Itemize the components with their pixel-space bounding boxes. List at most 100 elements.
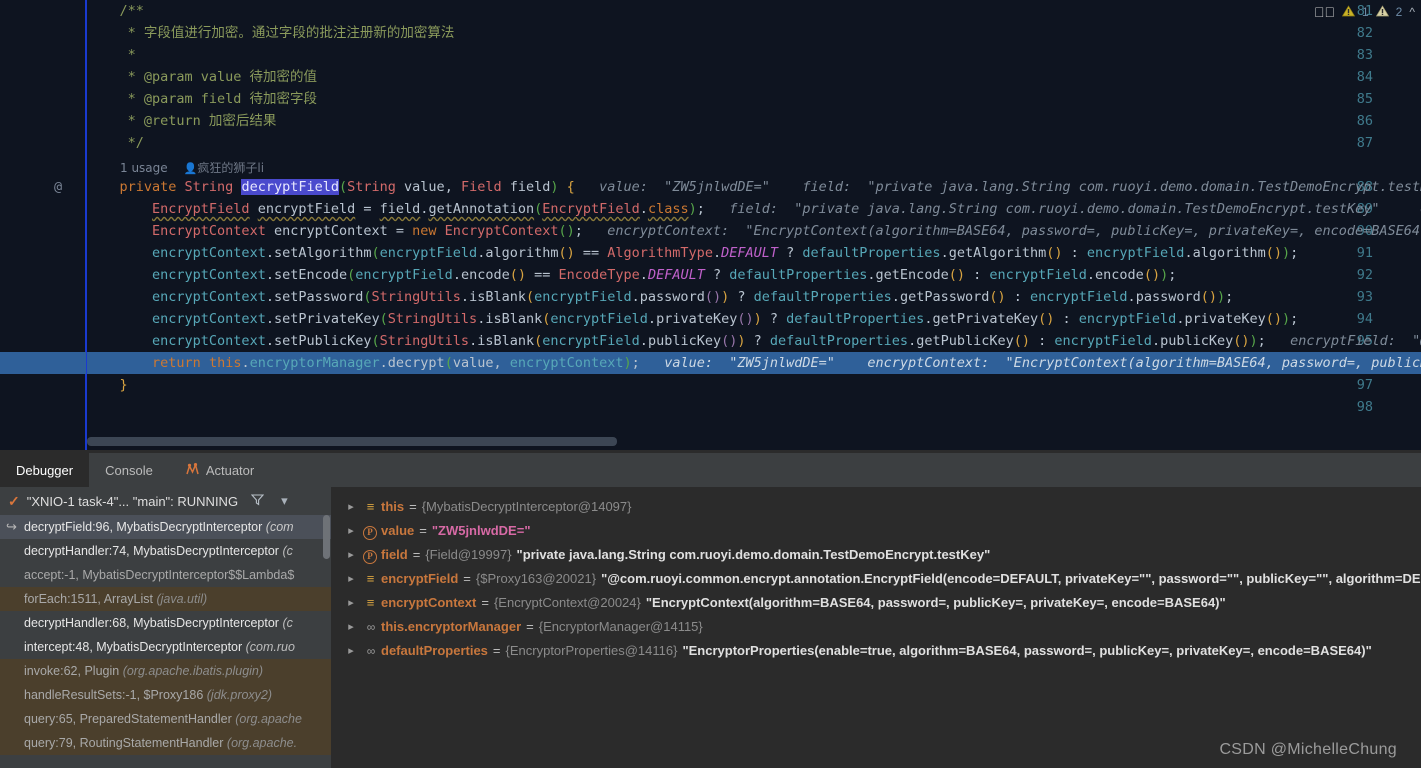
code-editor[interactable]: 81 82 83 84 85 86 87 88 89 90 91 92 93 9… bbox=[0, 0, 1421, 453]
frames-vertical-scrollbar-thumb[interactable] bbox=[323, 515, 330, 559]
frames-toolbar[interactable]: ✓ "XNIO-1 task-4"... "main": RUNNING ▾ bbox=[0, 487, 331, 515]
tab-debugger[interactable]: Debugger bbox=[0, 453, 90, 487]
frame-package: (java.util) bbox=[156, 592, 208, 606]
variables-pane[interactable]: ▸ ≡ this = {MybatisDecryptInterceptor@14… bbox=[335, 487, 1421, 768]
current-line-gutter-highlight bbox=[0, 352, 86, 374]
editor-horizontal-scrollbar[interactable] bbox=[87, 437, 1421, 446]
thread-selector[interactable]: "XNIO-1 task-4"... "main": RUNNING bbox=[27, 494, 238, 509]
code-line-91[interactable]: encryptContext.setAlgorithm(encryptField… bbox=[87, 242, 1298, 264]
frame-package: (com.ruo bbox=[245, 640, 295, 654]
code-line-81[interactable]: /** bbox=[87, 0, 144, 22]
variable-row[interactable]: ▸ ≡ encryptContext = {EncryptContext@200… bbox=[335, 591, 1421, 615]
chevron-right-icon[interactable]: ▸ bbox=[343, 519, 359, 543]
code-line-90[interactable]: EncryptContext encryptContext = new Encr… bbox=[87, 220, 1421, 242]
tab-console[interactable]: Console bbox=[89, 453, 169, 487]
frame-row[interactable]: handleResultSets:-1, $Proxy186 (jdk.prox… bbox=[0, 683, 331, 707]
editor-horizontal-scrollbar-thumb[interactable] bbox=[87, 437, 617, 446]
frame-label: query:65, PreparedStatementHandler bbox=[24, 712, 236, 726]
call-stack-frames-list[interactable]: ↪ decryptField:96, MybatisDecryptInterce… bbox=[0, 515, 331, 768]
frame-package: (org.apache. bbox=[226, 736, 298, 750]
frame-package: (org.apache.ibatis.plugin) bbox=[122, 664, 264, 678]
frame-row[interactable]: decryptHandler:74, MybatisDecryptInterce… bbox=[0, 539, 331, 563]
frame-row[interactable]: invoke:62, Plugin (org.apache.ibatis.plu… bbox=[0, 659, 331, 683]
chevron-right-icon[interactable]: ▸ bbox=[343, 567, 359, 591]
equals-sign: = bbox=[412, 547, 421, 562]
variable-row[interactable]: ▸ P field = {Field@19997} "private java.… bbox=[335, 543, 1421, 567]
chevron-right-icon[interactable]: ▸ bbox=[343, 615, 359, 639]
code-line-86[interactable]: * @return 加密后结果 bbox=[87, 110, 277, 132]
debug-tool-window: Debugger Console Actuator ✓ "XNIO-1 task… bbox=[0, 453, 1421, 768]
variable-ref: {EncryptContext@20024} bbox=[493, 595, 641, 610]
variable-name: encryptContext bbox=[381, 595, 477, 610]
code-line-97[interactable]: } bbox=[87, 374, 128, 396]
frame-package: (com bbox=[265, 520, 294, 534]
code-line-87[interactable]: */ bbox=[87, 132, 144, 154]
frame-row[interactable]: forEach:1511, ArrayList (java.util) bbox=[0, 587, 331, 611]
variable-row[interactable]: ▸ ≡ encryptField = {$Proxy163@20021} "@c… bbox=[335, 567, 1421, 591]
frames-pane[interactable]: ✓ "XNIO-1 task-4"... "main": RUNNING ▾ ↪… bbox=[0, 487, 331, 768]
annotation-gutter-icon[interactable]: @ bbox=[54, 176, 62, 198]
code-line-92[interactable]: encryptContext.setEncode(encryptField.en… bbox=[87, 264, 1176, 286]
inspection-widget[interactable]: 👁⃠ 1 2 ^ bbox=[1314, 2, 1415, 22]
code-line-93[interactable]: encryptContext.setPassword(StringUtils.i… bbox=[87, 286, 1233, 308]
code-line-88[interactable]: private String decryptField(String value… bbox=[87, 176, 1421, 198]
inspection-eye-off-icon[interactable]: 👁⃠ bbox=[1314, 4, 1335, 20]
chevron-up-icon[interactable]: ^ bbox=[1409, 5, 1415, 19]
chevron-right-icon[interactable]: ▸ bbox=[343, 495, 359, 519]
variable-name: defaultProperties bbox=[381, 643, 488, 658]
actuator-icon bbox=[185, 462, 200, 479]
code-line-96[interactable]: return this.encryptorManager.decrypt(val… bbox=[87, 352, 1421, 374]
code-line-83[interactable]: * bbox=[87, 44, 136, 66]
code-line-95[interactable]: encryptContext.setPublicKey(StringUtils.… bbox=[87, 330, 1421, 352]
chevron-down-icon[interactable]: ▾ bbox=[281, 493, 288, 509]
tab-debugger-label: Debugger bbox=[16, 462, 74, 478]
object-icon: ≡ bbox=[366, 571, 375, 586]
parameter-icon: P bbox=[359, 543, 381, 567]
frame-package: (c bbox=[282, 616, 293, 630]
code-line-82[interactable]: * 字段值进行加密。通过字段的批注注册新的加密算法 bbox=[87, 22, 455, 44]
code-text-area[interactable]: /** * 字段值进行加密。通过字段的批注注册新的加密算法 * * @param… bbox=[87, 0, 1421, 453]
variable-row[interactable]: ▸ ∞ defaultProperties = {EncryptorProper… bbox=[335, 639, 1421, 663]
chevron-right-icon[interactable]: ▸ bbox=[343, 591, 359, 615]
frame-row[interactable]: decryptHandler:68, MybatisDecryptInterce… bbox=[0, 611, 331, 635]
weak-warning-triangle-icon[interactable] bbox=[1375, 4, 1389, 20]
code-line-94[interactable]: encryptContext.setPrivateKey(StringUtils… bbox=[87, 308, 1298, 330]
chevron-right-icon[interactable]: ▸ bbox=[343, 543, 359, 567]
variable-name: value bbox=[381, 523, 415, 538]
editor-gutter[interactable] bbox=[0, 0, 86, 453]
frame-row[interactable]: query:79, RoutingStatementHandler (org.a… bbox=[0, 731, 331, 755]
equals-sign: = bbox=[409, 499, 417, 514]
parameter-icon: P bbox=[359, 519, 381, 543]
frames-vertical-scrollbar[interactable] bbox=[323, 515, 331, 768]
variable-name: encryptField bbox=[381, 571, 459, 586]
frame-label: query:79, RoutingStatementHandler bbox=[24, 736, 227, 750]
warning-triangle-icon[interactable] bbox=[1341, 4, 1356, 20]
tab-actuator[interactable]: Actuator bbox=[169, 453, 270, 487]
tool-window-tab-bar[interactable]: Debugger Console Actuator bbox=[0, 453, 1421, 487]
frame-row[interactable]: ↪ decryptField:96, MybatisDecryptInterce… bbox=[0, 515, 331, 539]
variable-ref: {$Proxy163@20021} bbox=[475, 571, 597, 586]
code-line-89[interactable]: EncryptField encryptField = field.getAnn… bbox=[87, 198, 1421, 220]
code-line-84[interactable]: * @param value 待加密的值 bbox=[87, 66, 317, 88]
frame-row[interactable]: query:65, PreparedStatementHandler (org.… bbox=[0, 707, 331, 731]
frame-label: decryptHandler:74, MybatisDecryptInterce… bbox=[24, 544, 283, 558]
tab-console-label: Console bbox=[105, 462, 153, 478]
code-line-85[interactable]: * @param field 待加密字段 bbox=[87, 88, 317, 110]
tab-actuator-label: Actuator bbox=[205, 462, 255, 478]
frame-label: intercept:48, MybatisDecryptInterceptor bbox=[24, 640, 246, 654]
variable-row[interactable]: ▸ P value = "ZW5jnlwdDE=" bbox=[335, 519, 1421, 543]
filter-icon[interactable] bbox=[250, 493, 265, 509]
equals-sign: = bbox=[463, 571, 471, 586]
frame-row[interactable]: accept:-1, MybatisDecryptInterceptor$$La… bbox=[0, 563, 331, 587]
variable-value: "private java.lang.String com.ruoyi.demo… bbox=[516, 547, 991, 562]
frame-label: decryptField:96, MybatisDecryptIntercept… bbox=[24, 520, 266, 534]
variable-row[interactable]: ▸ ≡ this = {MybatisDecryptInterceptor@14… bbox=[335, 495, 1421, 519]
variable-ref: {EncryptorProperties@14116} bbox=[505, 643, 678, 658]
variable-row[interactable]: ▸ ∞ this.encryptorManager = {EncryptorMa… bbox=[335, 615, 1421, 639]
frame-label: forEach:1511, ArrayList bbox=[24, 592, 157, 606]
warning-count: 1 bbox=[1361, 5, 1369, 19]
chevron-right-icon[interactable]: ▸ bbox=[343, 639, 359, 663]
frame-label: invoke:62, Plugin bbox=[24, 664, 123, 678]
variable-ref: {MybatisDecryptInterceptor@14097} bbox=[421, 499, 632, 514]
frame-row[interactable]: intercept:48, MybatisDecryptInterceptor … bbox=[0, 635, 331, 659]
